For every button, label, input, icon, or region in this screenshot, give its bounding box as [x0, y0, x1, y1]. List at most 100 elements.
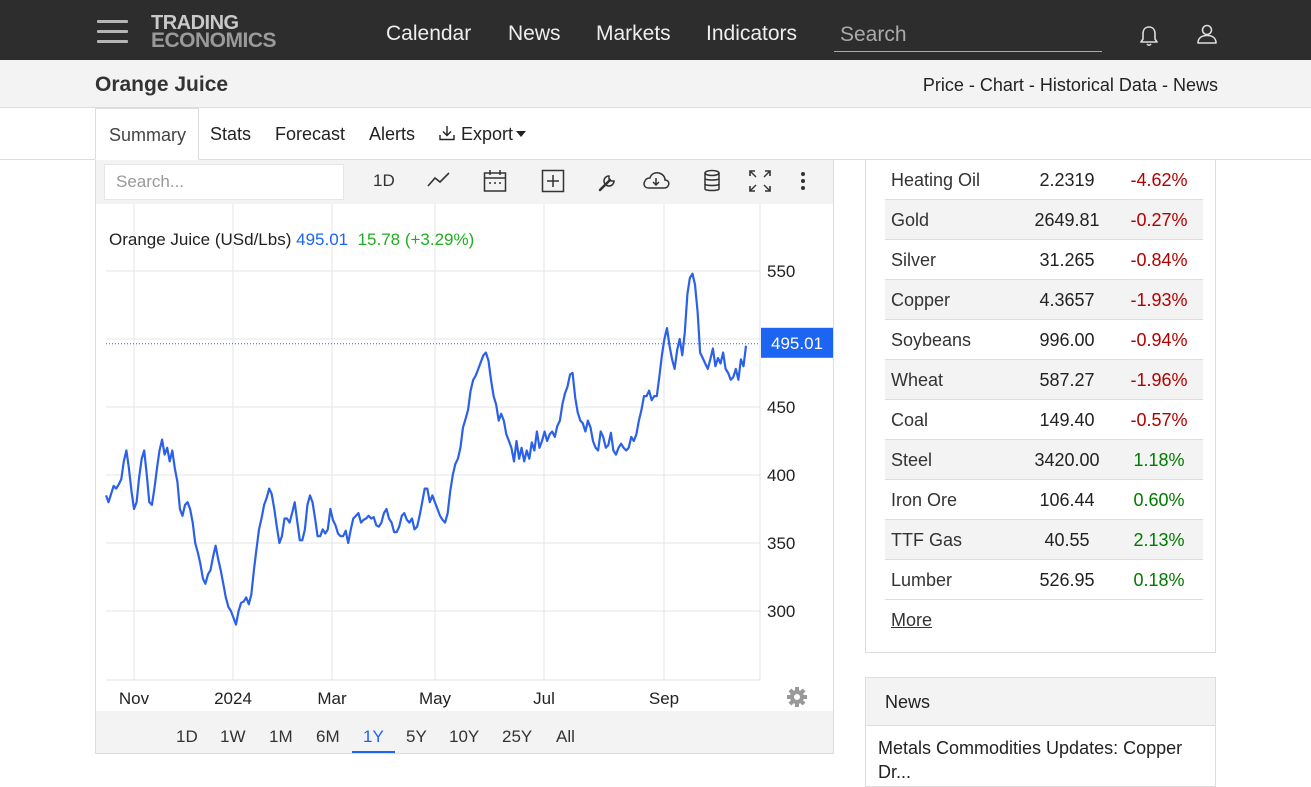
download-icon [439, 126, 455, 141]
line-chart-type-icon[interactable] [426, 168, 452, 194]
tab-summary[interactable]: Summary [95, 108, 199, 160]
fullscreen-icon[interactable] [748, 168, 772, 194]
commodity-change: -0.94% [1130, 330, 1188, 350]
commodity-name[interactable]: Copper [891, 290, 950, 311]
nav-link-indicators[interactable]: Indicators [706, 22, 797, 46]
y-tick-label: 450 [767, 398, 795, 417]
commodity-row[interactable]: Iron Ore 106.44 0.60% [885, 480, 1203, 520]
commodity-row[interactable]: Steel 3420.00 1.18% [885, 440, 1203, 480]
export-dropdown[interactable]: Export [438, 124, 527, 145]
wrench-icon[interactable] [595, 168, 621, 194]
trading-economics-logo[interactable]: TRADING ECONOMICS [151, 13, 301, 51]
commodity-row[interactable]: TTF Gas 40.55 2.13% [885, 520, 1203, 560]
commodity-change: 0.60% [1133, 490, 1185, 510]
range-all-button[interactable]: All [556, 727, 575, 747]
commodity-name[interactable]: Wheat [891, 370, 943, 391]
commodity-row[interactable]: Copper 4.3657 -1.93% [885, 280, 1203, 320]
commodity-name[interactable]: TTF Gas [891, 530, 962, 551]
commodity-price: 587.27 [1039, 370, 1095, 390]
link-news[interactable]: News [1173, 75, 1218, 95]
tab-stats[interactable]: Stats [210, 124, 251, 145]
commodity-row[interactable]: Wheat 587.27 -1.96% [885, 360, 1203, 400]
commodity-row[interactable]: Lumber 526.95 0.18% [885, 560, 1203, 600]
x-tick-label: Jul [533, 689, 555, 708]
x-tick-label: Mar [317, 689, 347, 708]
commodity-name[interactable]: Lumber [891, 570, 952, 591]
time-range-bar: 1D 1W 1M 6M 1Y 5Y 10Y 25Y All [96, 711, 833, 753]
x-tick-label: 2024 [214, 689, 252, 708]
range-1d-button[interactable]: 1D [176, 727, 198, 747]
tab-alerts[interactable]: Alerts [369, 124, 415, 145]
range-6m-button[interactable]: 6M [316, 727, 340, 747]
commodity-price: 3420.00 [1034, 450, 1100, 470]
y-tick-label: 300 [767, 602, 795, 621]
database-icon[interactable] [700, 168, 724, 194]
y-tick-label: 400 [767, 466, 795, 485]
commodity-price: 106.44 [1039, 490, 1095, 510]
commodity-change: -0.57% [1130, 410, 1188, 430]
chart-legend: Orange Juice (USd/Lbs) 495.01 15.78 (+3.… [109, 230, 474, 250]
add-indicator-icon[interactable] [540, 168, 566, 194]
range-5y-button[interactable]: 5Y [406, 727, 427, 747]
more-options-icon[interactable] [794, 168, 812, 194]
interval-selector[interactable]: 1D [373, 171, 395, 197]
export-label: Export [461, 124, 514, 144]
commodity-row[interactable]: Gold 2649.81 -0.27% [885, 200, 1203, 240]
nav-link-markets[interactable]: Markets [596, 22, 671, 46]
commodity-name[interactable]: Coal [891, 410, 928, 431]
range-1y-button[interactable]: 1Y [363, 727, 384, 747]
hamburger-menu-icon[interactable] [97, 20, 129, 44]
title-bar: Orange Juice Price - Chart - Historical … [0, 60, 1311, 108]
caret-down-icon [516, 131, 527, 137]
range-1m-button[interactable]: 1M [269, 727, 293, 747]
current-value-tag-label: 495.01 [771, 334, 823, 353]
range-25y-button[interactable]: 25Y [502, 727, 532, 747]
nav-search-input[interactable] [834, 18, 1102, 52]
commodity-name[interactable]: Soybeans [891, 330, 971, 351]
range-1w-button[interactable]: 1W [220, 727, 246, 747]
user-icon[interactable] [1195, 22, 1219, 46]
nav-link-news[interactable]: News [508, 22, 561, 46]
x-tick-label: Nov [119, 689, 150, 708]
chart-symbol-search-input[interactable] [104, 164, 344, 200]
link-chart[interactable]: Chart [980, 75, 1024, 95]
legend-series-name: Orange Juice (USd/Lbs) [109, 230, 292, 249]
commodity-price: 40.55 [1044, 530, 1090, 550]
chart-settings-gear-icon[interactable] [787, 687, 807, 707]
more-commodities-link[interactable]: More [891, 610, 932, 631]
commodity-change: -4.62% [1130, 170, 1188, 190]
calendar-icon[interactable] [482, 168, 508, 194]
commodity-change: 2.13% [1133, 530, 1185, 550]
tab-row: Summary Stats Forecast Alerts Export [0, 108, 1311, 160]
commodity-row[interactable]: Silver 31.265 -0.84% [885, 240, 1203, 280]
link-separator: - [1028, 75, 1040, 95]
commodities-table: Heating Oil 2.2319 -4.62% Gold 2649.81 -0.27%… [865, 160, 1216, 653]
range-10y-button[interactable]: 10Y [449, 727, 479, 747]
commodity-change: -1.93% [1130, 290, 1188, 310]
commodity-name[interactable]: Gold [891, 210, 929, 231]
commodity-row[interactable]: Heating Oil 2.2319 -4.62% [885, 160, 1203, 200]
cloud-download-icon[interactable] [641, 168, 671, 194]
bell-icon[interactable] [1137, 24, 1161, 48]
link-price[interactable]: Price [923, 75, 964, 95]
link-historical-data[interactable]: Historical Data [1040, 75, 1157, 95]
commodity-row[interactable]: Coal 149.40 -0.57% [885, 400, 1203, 440]
commodity-row[interactable]: Soybeans 996.00 -0.94% [885, 320, 1203, 360]
commodity-name[interactable]: Heating Oil [891, 170, 980, 191]
top-navbar: TRADING ECONOMICS Calendar News Markets … [0, 0, 1311, 60]
price-chart[interactable]: 300350400450500550Nov2024MarMayJulSep495… [96, 204, 833, 711]
commodity-price: 4.3657 [1039, 290, 1095, 310]
y-tick-label: 350 [767, 534, 795, 553]
commodity-change: -0.27% [1130, 210, 1188, 230]
commodity-name[interactable]: Steel [891, 450, 932, 471]
nav-link-calendar[interactable]: Calendar [386, 22, 471, 46]
page-section-links: Price - Chart - Historical Data - News [923, 75, 1218, 96]
commodity-change: 1.18% [1133, 450, 1185, 470]
chart-toolbar: 1D [96, 160, 833, 204]
link-separator: - [968, 75, 980, 95]
commodity-name[interactable]: Silver [891, 250, 936, 271]
commodity-name[interactable]: Iron Ore [891, 490, 957, 511]
commodity-price: 2.2319 [1039, 170, 1095, 190]
tab-forecast[interactable]: Forecast [275, 124, 345, 145]
tab-summary-label: Summary [109, 125, 187, 145]
